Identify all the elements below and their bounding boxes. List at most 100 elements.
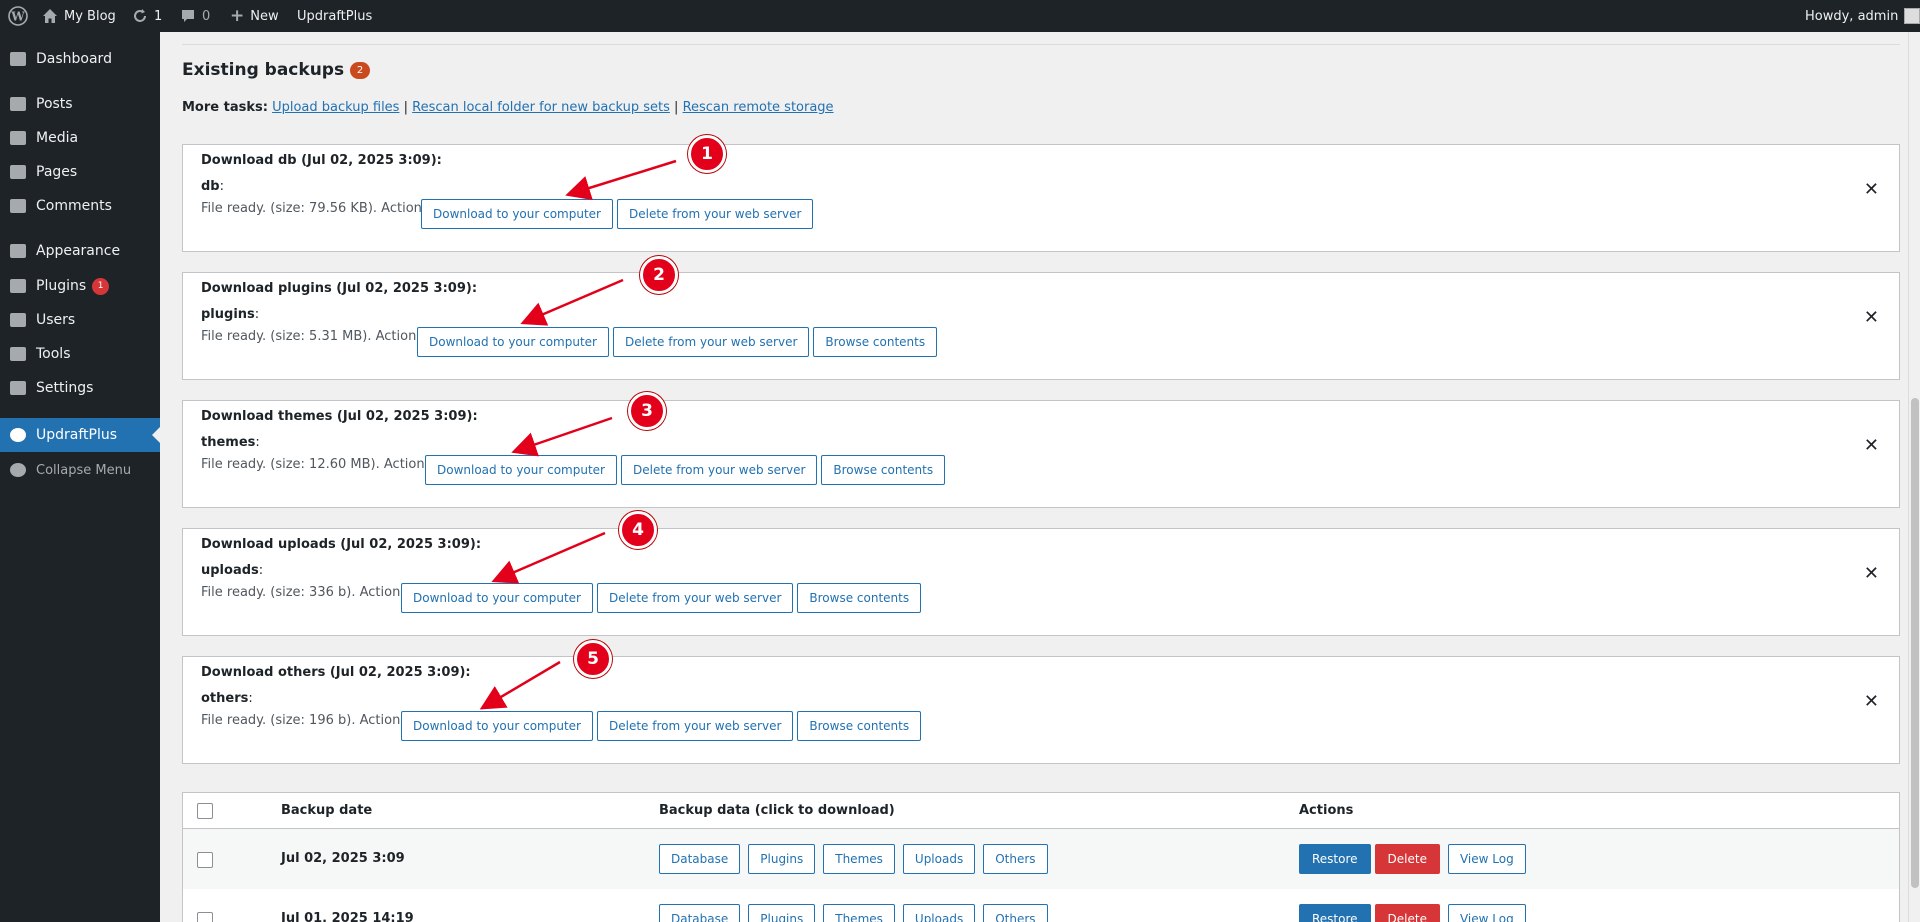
brush-icon: [10, 244, 26, 258]
media-icon: [10, 131, 26, 145]
scrollbar-thumb[interactable]: [1911, 398, 1919, 888]
sidebar-item-media[interactable]: Media: [0, 121, 160, 155]
comments-count: 0: [202, 8, 211, 24]
download-to-computer-button[interactable]: Download to your computer: [401, 711, 593, 741]
delete-from-server-button[interactable]: Delete from your web server: [617, 199, 814, 229]
avatar: [1904, 8, 1920, 24]
delete-button[interactable]: Delete: [1374, 904, 1440, 922]
others-button[interactable]: Others: [983, 904, 1048, 922]
others-button[interactable]: Others: [983, 844, 1048, 874]
plugins-update-badge: 1: [92, 277, 110, 295]
annotation-marker-2: 2: [640, 256, 678, 294]
table-row: Jul 02, 2025 3:09 Database Plugins Theme…: [183, 829, 1899, 889]
refresh-icon: [134, 9, 146, 22]
backup-count-badge: 2: [350, 61, 371, 79]
comment-icon: [10, 199, 26, 213]
comments-link[interactable]: 0: [180, 0, 210, 32]
user-account-menu[interactable]: Howdy, admin: [1805, 0, 1920, 32]
download-to-computer-button[interactable]: Download to your computer: [425, 455, 617, 485]
page-scrollbar[interactable]: [1908, 32, 1920, 922]
download-to-computer-button[interactable]: Download to your computer: [417, 327, 609, 357]
browse-contents-button[interactable]: Browse contents: [813, 327, 938, 357]
sidebar-item-appearance[interactable]: Appearance: [0, 234, 160, 268]
new-content-link[interactable]: + New: [230, 0, 279, 32]
database-button[interactable]: Database: [659, 844, 741, 874]
sidebar-item-plugins[interactable]: Plugins 1: [0, 269, 160, 303]
database-button[interactable]: Database: [659, 904, 741, 922]
collapse-icon: [10, 463, 26, 477]
download-to-computer-button[interactable]: Download to your computer: [421, 199, 613, 229]
backup-data-buttons: Database Plugins Themes Uploads Others: [659, 904, 1048, 922]
backup-date: Jul 02, 2025 3:09: [281, 851, 405, 866]
updates-count: 1: [154, 8, 163, 24]
download-entity-name: others: [201, 691, 249, 706]
delete-from-server-button[interactable]: Delete from your web server: [621, 455, 818, 485]
uploads-button[interactable]: Uploads: [902, 904, 976, 922]
browse-contents-button[interactable]: Browse contents: [797, 711, 922, 741]
sidebar-item-updraftplus[interactable]: UpdraftPlus: [0, 418, 160, 452]
view-log-button[interactable]: View Log: [1447, 904, 1526, 922]
wordpress-logo-icon[interactable]: W: [8, 0, 28, 32]
download-entity-name: plugins: [201, 307, 255, 322]
restore-button[interactable]: Restore: [1299, 844, 1371, 874]
greeting: Howdy, admin: [1805, 8, 1899, 24]
browse-contents-button[interactable]: Browse contents: [797, 583, 922, 613]
browse-contents-button[interactable]: Browse contents: [821, 455, 946, 485]
updates-link[interactable]: 1: [132, 0, 162, 32]
sidebar-item-users[interactable]: Users: [0, 303, 160, 337]
download-status: File ready. (size: 79.56 KB). Actions:: [201, 201, 434, 216]
new-label: New: [250, 8, 279, 24]
rescan-local-folder-link[interactable]: Rescan local folder for new backup sets: [412, 100, 670, 115]
close-icon[interactable]: ✕: [1864, 179, 1879, 200]
close-icon[interactable]: ✕: [1864, 691, 1879, 712]
download-to-computer-button[interactable]: Download to your computer: [401, 583, 593, 613]
delete-button[interactable]: Delete: [1374, 844, 1440, 874]
row-checkbox[interactable]: [197, 852, 213, 868]
existing-backups-heading: Existing backups 2: [182, 60, 371, 80]
download-status: File ready. (size: 336 b). Actions:: [201, 585, 412, 600]
themes-button[interactable]: Themes: [823, 844, 895, 874]
admin-sidebar: Dashboard Posts Media Pages Comments App…: [0, 32, 160, 922]
sidebar-item-dashboard[interactable]: Dashboard: [0, 42, 160, 76]
download-title: Download db (Jul 02, 2025 3:09):: [201, 153, 442, 168]
site-name-link[interactable]: My Blog: [42, 0, 116, 32]
sidebar-item-settings[interactable]: Settings: [0, 371, 160, 405]
delete-from-server-button[interactable]: Delete from your web server: [597, 711, 794, 741]
delete-from-server-button[interactable]: Delete from your web server: [597, 583, 794, 613]
pin-icon: [10, 97, 26, 111]
sidebar-item-pages[interactable]: Pages: [0, 155, 160, 189]
rescan-remote-storage-link[interactable]: Rescan remote storage: [683, 100, 834, 115]
plugins-button[interactable]: Plugins: [748, 904, 816, 922]
home-icon: [43, 9, 57, 23]
delete-from-server-button[interactable]: Delete from your web server: [613, 327, 810, 357]
close-icon[interactable]: ✕: [1864, 435, 1879, 456]
annotation-marker-3: 3: [628, 392, 666, 430]
sidebar-item-tools[interactable]: Tools: [0, 337, 160, 371]
row-checkbox[interactable]: [197, 912, 213, 922]
updraftplus-link[interactable]: UpdraftPlus: [297, 0, 372, 32]
view-log-button[interactable]: View Log: [1447, 844, 1526, 874]
download-box-themes: Download themes (Jul 02, 2025 3:09): the…: [182, 400, 1900, 508]
upload-backup-files-link[interactable]: Upload backup files: [272, 100, 399, 115]
close-icon[interactable]: ✕: [1864, 307, 1879, 328]
plugins-button[interactable]: Plugins: [748, 844, 816, 874]
download-title: Download others (Jul 02, 2025 3:09):: [201, 665, 471, 680]
select-all-checkbox[interactable]: [197, 803, 213, 819]
download-actions: Download to your computer Delete from yo…: [401, 711, 922, 741]
download-box-uploads: Download uploads (Jul 02, 2025 3:09): up…: [182, 528, 1900, 636]
main-content: Existing backups 2 More tasks: Upload ba…: [160, 32, 1920, 922]
themes-button[interactable]: Themes: [823, 904, 895, 922]
backup-data-buttons: Database Plugins Themes Uploads Others: [659, 844, 1048, 874]
sidebar-item-comments[interactable]: Comments: [0, 189, 160, 223]
restore-button[interactable]: Restore: [1299, 904, 1371, 922]
annotation-marker-4: 4: [619, 511, 657, 549]
comment-icon: [182, 10, 194, 22]
download-title: Download uploads (Jul 02, 2025 3:09):: [201, 537, 482, 552]
actions-header: Actions: [1299, 803, 1354, 818]
collapse-menu-button[interactable]: Collapse Menu: [0, 453, 160, 487]
wrench-icon: [10, 347, 26, 361]
sidebar-item-posts[interactable]: Posts: [0, 87, 160, 121]
divider: [182, 44, 1900, 45]
close-icon[interactable]: ✕: [1864, 563, 1879, 584]
uploads-button[interactable]: Uploads: [902, 844, 976, 874]
